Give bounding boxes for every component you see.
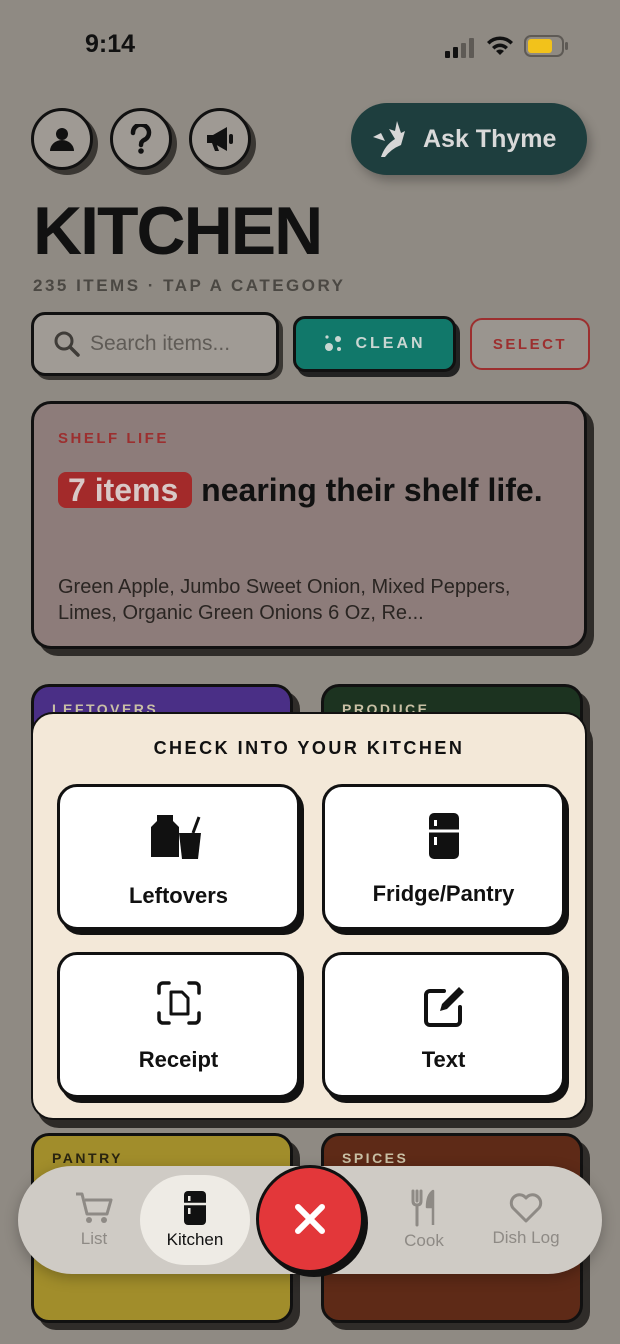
shelf-life-headline-text: nearing their shelf life.	[201, 472, 543, 508]
receipt-scan-icon	[156, 981, 201, 1025]
question-icon	[130, 124, 152, 154]
receipt-option[interactable]: Receipt	[57, 952, 300, 1098]
shelf-life-card[interactable]: SHELF LIFE 7 items nearing their shelf l…	[31, 401, 587, 649]
tab-dish-log[interactable]: Dish Log	[476, 1166, 576, 1274]
profile-button[interactable]	[31, 108, 93, 170]
leftovers-icon	[150, 815, 201, 859]
fork-knife-icon	[411, 1189, 435, 1227]
tab-label: Kitchen	[166, 1230, 224, 1249]
clean-button[interactable]: CLEAN	[293, 316, 456, 372]
shelf-life-headline: 7 items nearing their shelf life.	[58, 466, 558, 514]
category-label: PANTRY	[52, 1150, 123, 1166]
announcements-button[interactable]	[189, 108, 251, 170]
ask-thyme-button[interactable]: Ask Thyme	[351, 103, 587, 175]
wifi-icon	[487, 36, 513, 55]
megaphone-icon	[207, 127, 233, 151]
fridge-icon	[428, 813, 459, 859]
search-placeholder: Search items...	[90, 332, 231, 355]
page-subtitle: 235 ITEMS · TAP A CATEGORY	[33, 276, 346, 295]
select-button[interactable]: SELECT	[470, 318, 590, 370]
text-option[interactable]: Text	[322, 952, 565, 1098]
leftovers-option[interactable]: Leftovers	[57, 784, 300, 930]
search-field[interactable]: Search items...	[31, 312, 279, 376]
help-button[interactable]	[110, 108, 172, 170]
clean-label: CLEAN	[355, 335, 426, 352]
battery-icon	[524, 35, 568, 57]
category-label: SPICES	[342, 1150, 409, 1166]
person-icon	[50, 128, 74, 151]
tab-label: List	[80, 1229, 108, 1248]
page-title: KITCHEN	[33, 193, 323, 269]
option-label: Text	[421, 1047, 466, 1072]
ask-thyme-label: Ask Thyme	[423, 124, 557, 153]
edit-icon	[423, 987, 464, 1027]
tab-label: Dish Log	[492, 1228, 560, 1247]
sparkle-icon	[325, 335, 342, 351]
expiring-count-badge: 7 items	[58, 472, 193, 508]
fridge-icon	[184, 1191, 206, 1225]
tab-cook[interactable]: Cook	[374, 1166, 474, 1274]
expiring-items-list: Green Apple, Jumbo Sweet Onion, Mixed Pe…	[58, 576, 511, 624]
sheet-title: CHECK INTO YOUR KITCHEN	[153, 738, 465, 758]
check-in-sheet: CHECK INTO YOUR KITCHEN Leftovers Fridge…	[31, 712, 587, 1120]
search-icon	[54, 331, 80, 357]
cart-icon	[76, 1192, 113, 1223]
tab-list[interactable]: List	[44, 1166, 144, 1274]
option-label: Leftovers	[128, 883, 229, 908]
thyme-sprig-icon	[373, 121, 405, 157]
tab-label: Cook	[404, 1231, 444, 1250]
option-label: Receipt	[138, 1047, 219, 1072]
cellular-signal-icon	[445, 38, 474, 58]
option-label: Fridge/Pantry	[372, 881, 515, 906]
shelf-life-label: SHELF LIFE	[58, 430, 169, 447]
tab-kitchen[interactable]: Kitchen	[140, 1175, 250, 1265]
heart-icon	[509, 1193, 543, 1223]
status-time: 9:14	[85, 30, 136, 58]
fridge-pantry-option[interactable]: Fridge/Pantry	[322, 784, 565, 930]
close-icon	[295, 1204, 325, 1234]
close-button[interactable]	[256, 1165, 364, 1273]
